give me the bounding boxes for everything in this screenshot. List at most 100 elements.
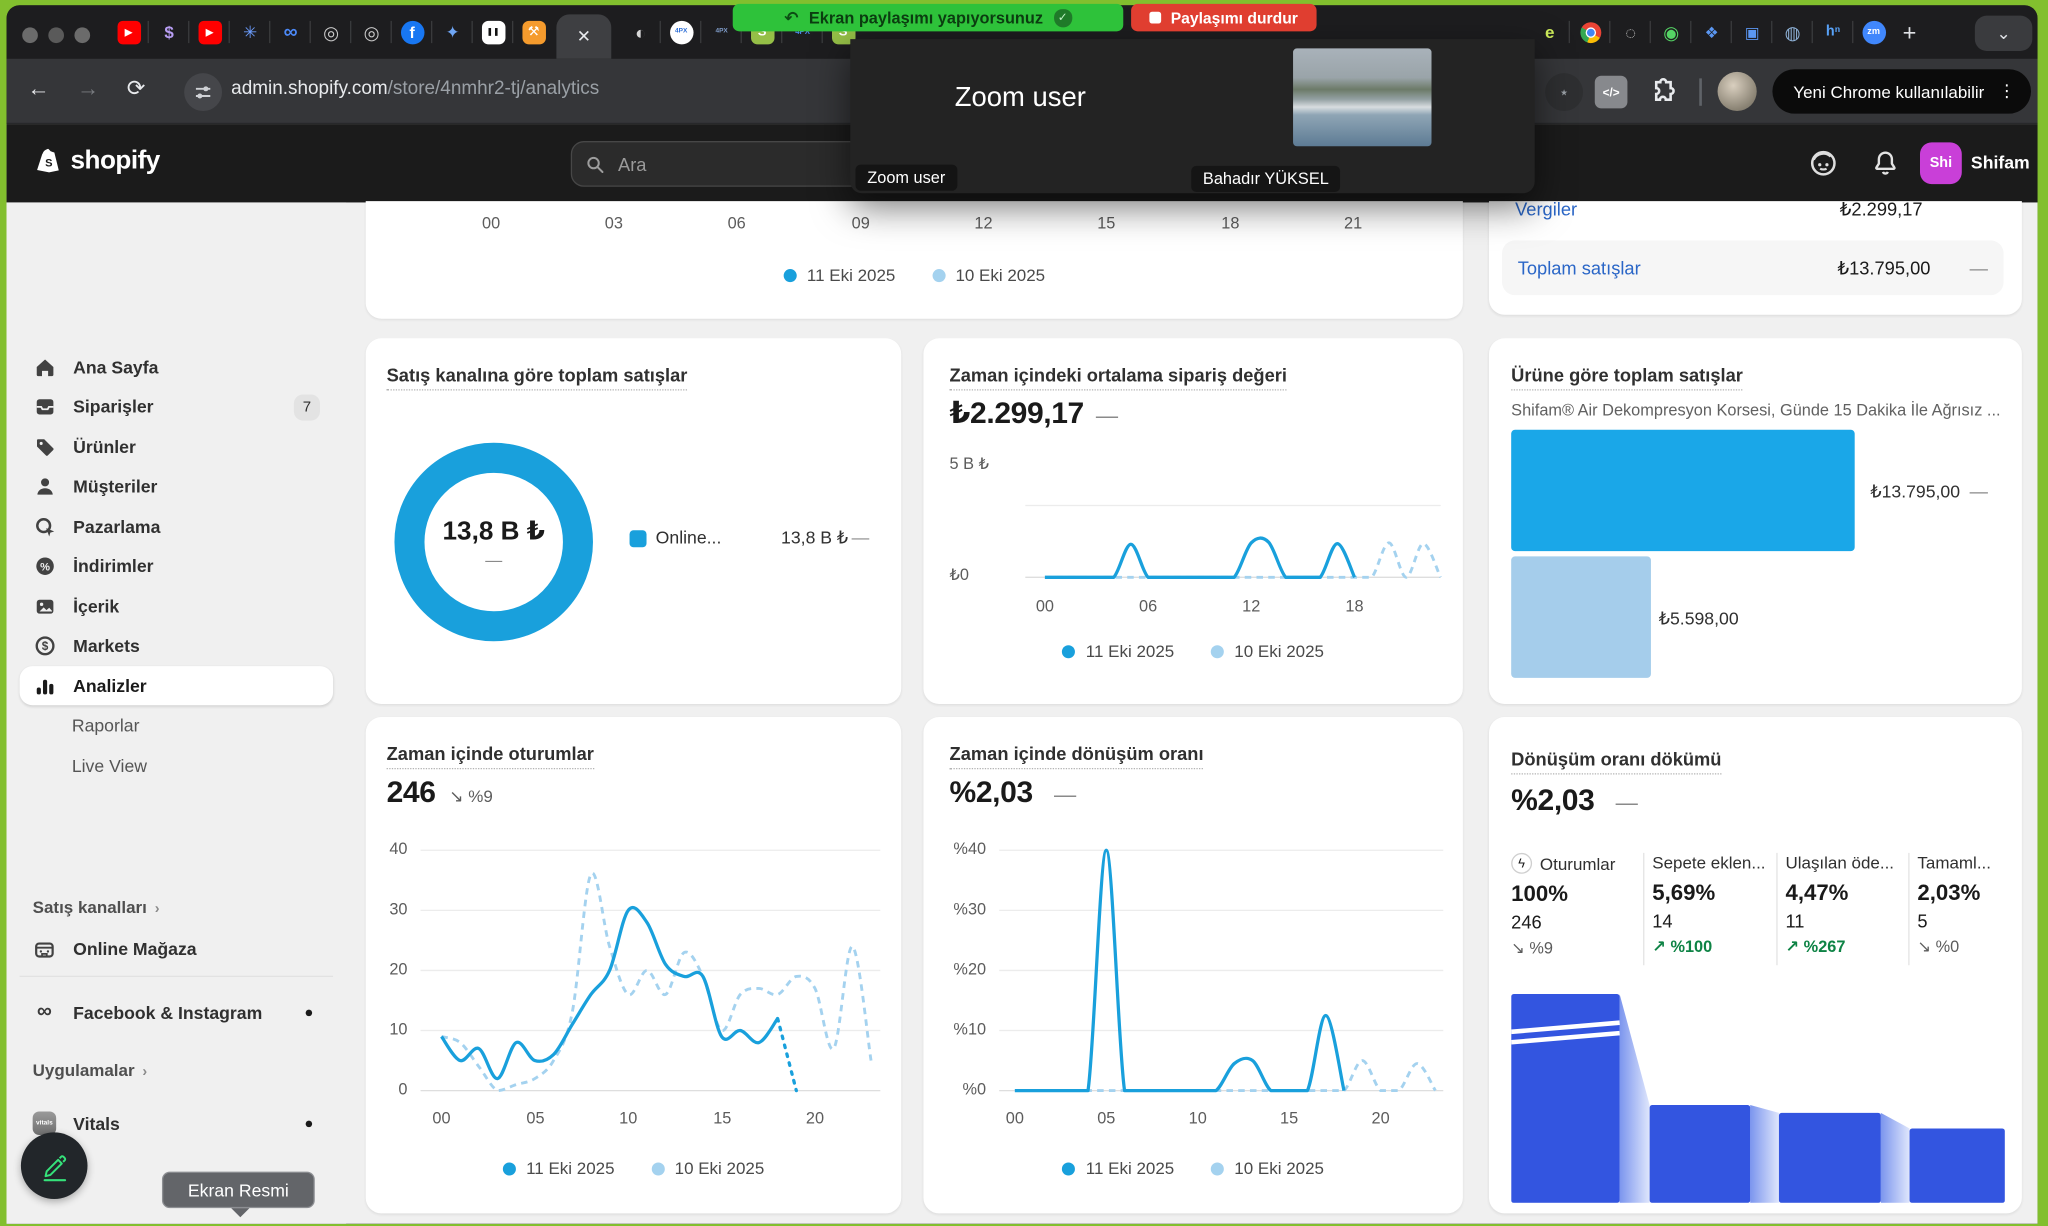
- funnel-step-oturumlar[interactable]: ϟOturumlar100%246↘ %9: [1511, 853, 1642, 957]
- tab-pause-app[interactable]: ❚❚: [473, 5, 513, 59]
- card-title[interactable]: Dönüşüm oranı dökümü: [1511, 748, 1721, 774]
- sidebar-item-sipari-ler[interactable]: Siparişler7: [20, 387, 333, 426]
- legend-item[interactable]: 11 Eki 2025: [783, 265, 895, 285]
- sidebar-item-raporlar[interactable]: Raporlar: [20, 706, 333, 745]
- series-11-eki-2025: [441, 908, 777, 1079]
- sidebar-item-facebook-instagram[interactable]: ∞ Facebook & Instagram: [20, 993, 333, 1032]
- sidebar-item-i-erik[interactable]: İçerik: [20, 586, 333, 625]
- window-close-button[interactable]: [22, 27, 38, 43]
- card-title[interactable]: Ürüne göre toplam satışlar: [1511, 364, 1743, 390]
- sidekick-icon[interactable]: [1809, 149, 1838, 184]
- sidebar-item-analizler[interactable]: Analizler: [20, 666, 333, 705]
- sidebar-item-i-ndirimler[interactable]: %İndirimler: [20, 547, 333, 586]
- total-sales-row[interactable]: Toplam satışlar ₺13.795,00 —: [1502, 240, 2004, 295]
- taxes-link[interactable]: Vergiler: [1515, 201, 1577, 219]
- card-title[interactable]: Zaman içinde oturumlar: [387, 743, 594, 769]
- tab-fourpx-circle[interactable]: 4PX: [661, 5, 701, 59]
- shopify-logo[interactable]: S shopify: [33, 145, 160, 176]
- funnel-step-delta: ↗ %100: [1652, 936, 1783, 956]
- tab-youtube-2[interactable]: ▶: [189, 5, 229, 59]
- tab-h-super-app[interactable]: hⁿ: [1813, 5, 1853, 59]
- product-bar-2[interactable]: [1511, 556, 1651, 677]
- reload-button[interactable]: ⟳: [127, 76, 146, 102]
- tag-icon: [33, 436, 57, 458]
- tab-dashed-circle-app[interactable]: ◌: [1610, 5, 1650, 59]
- tab-facebook[interactable]: f: [392, 5, 432, 59]
- taxes-row[interactable]: Vergiler ₺2.299,17: [1515, 201, 1996, 226]
- annotate-button[interactable]: [21, 1132, 88, 1199]
- y-tick-label: 0: [374, 1080, 408, 1098]
- active-tab[interactable]: ✕: [556, 14, 611, 58]
- tab-meta[interactable]: ∞: [270, 5, 310, 59]
- tab-youtube[interactable]: ▶: [108, 5, 148, 59]
- tab-snowflake-app[interactable]: ✳: [230, 5, 270, 59]
- store-avatar[interactable]: Shi: [1920, 142, 1962, 184]
- tab-orange-tool-app[interactable]: ⚒: [513, 5, 553, 59]
- legend-item[interactable]: 10 Eki 2025: [1211, 641, 1324, 661]
- legend-item[interactable]: 11 Eki 2025: [1062, 641, 1174, 661]
- tab-globe-dark-app[interactable]: ◍: [1772, 5, 1812, 59]
- sales-channels-header[interactable]: Satış kanalları›: [33, 897, 160, 917]
- x-tick-label: 00: [413, 1109, 470, 1127]
- sidebar-item-markets[interactable]: $Markets: [20, 626, 333, 665]
- tab-chrome[interactable]: [1570, 5, 1610, 59]
- legend-item[interactable]: 10 Eki 2025: [651, 1159, 764, 1179]
- funnel-step-delta: ↘ %9: [1511, 938, 1642, 958]
- shopify-admin: S shopify Shi Shifam Ana SayfaSiparişler…: [7, 124, 2038, 1224]
- sidebar-item-live-view[interactable]: Live View: [20, 746, 333, 785]
- profile-avatar[interactable]: [1718, 72, 1757, 111]
- product-bar-1[interactable]: [1511, 430, 1855, 551]
- stop-share-button[interactable]: Paylaşımı durdur: [1131, 4, 1316, 31]
- legend-item[interactable]: 10 Eki 2025: [1211, 1159, 1324, 1179]
- funnel-step-ula-lan-de[interactable]: Ulaşılan öde...4,47%11↗ %267: [1785, 853, 1916, 956]
- funnel-step-sepete-eklen[interactable]: Sepete eklen...5,69%14↗ %100: [1652, 853, 1783, 956]
- tab-ecosia[interactable]: e: [1529, 5, 1569, 59]
- youtube-icon: ▶: [117, 20, 141, 44]
- forward-button[interactable]: →: [77, 76, 99, 102]
- sidebar-item-ana-sayfa[interactable]: Ana Sayfa: [20, 347, 333, 386]
- tab-circular-app-1[interactable]: ◎: [311, 5, 351, 59]
- x-tick-label: 05: [507, 1109, 564, 1127]
- close-tab-icon[interactable]: ✕: [577, 26, 591, 47]
- address-bar[interactable]: admin.shopify.com/store/4nmhr2-tj/analyt…: [231, 78, 599, 99]
- tab-blue-app-1[interactable]: ❖: [1691, 5, 1731, 59]
- extensions-puzzle-icon[interactable]: [1647, 76, 1678, 114]
- store-name[interactable]: Shifam: [1971, 153, 2030, 173]
- browser-menu-icon[interactable]: ⋮: [1998, 81, 2015, 102]
- chrome-update-button[interactable]: Yeni Chrome kullanılabilir ⋮: [1772, 69, 2031, 113]
- window-zoom-button[interactable]: [74, 27, 90, 43]
- apps-header[interactable]: Uygulamalar›: [33, 1061, 148, 1081]
- legend-item[interactable]: 10 Eki 2025: [932, 265, 1045, 285]
- funnel-step-tamaml[interactable]: Tamaml...2,03%5↘ %0: [1917, 853, 2037, 956]
- tab-zoom-tab[interactable]: zm: [1853, 5, 1893, 59]
- tab-blue-app-2[interactable]: ▣: [1732, 5, 1772, 59]
- notifications-bell-icon[interactable]: [1872, 149, 1899, 183]
- new-tab-button[interactable]: +: [1893, 17, 1927, 48]
- ecosia-icon: e: [1538, 20, 1562, 44]
- card-title[interactable]: Zaman içinde dönüşüm oranı: [950, 743, 1204, 769]
- tab-list-dropdown[interactable]: ⌄: [1975, 16, 2032, 51]
- tab-circular-app-2[interactable]: ◎: [351, 5, 391, 59]
- extension-circle-icon[interactable]: ⋆: [1545, 73, 1583, 111]
- legend-item[interactable]: 11 Eki 2025: [1062, 1159, 1174, 1179]
- card-title[interactable]: Zaman içindeki ortalama sipariş değeri: [950, 364, 1287, 390]
- site-info-icon[interactable]: [184, 73, 222, 111]
- tab-dollar-app[interactable]: $: [149, 5, 189, 59]
- participant-video-thumbnail[interactable]: [1293, 48, 1431, 146]
- window-minimize-button[interactable]: [48, 27, 64, 43]
- x-tick-label: 15: [1078, 214, 1135, 232]
- total-sales-link[interactable]: Toplam satışlar: [1518, 257, 1641, 278]
- sidebar-item-pazarlama[interactable]: Pazarlama: [20, 507, 333, 546]
- legend-item[interactable]: 11 Eki 2025: [503, 1159, 615, 1179]
- zoom-user-overlay[interactable]: Zoom user Zoom user Bahadır YÜKSEL: [850, 39, 1534, 193]
- sidebar-item-online-store[interactable]: Online Mağaza: [20, 929, 333, 968]
- card-title[interactable]: Satış kanalına göre toplam satışlar: [387, 364, 688, 390]
- back-button[interactable]: ←: [27, 76, 49, 102]
- tab-power-app[interactable]: ◉: [1651, 5, 1691, 59]
- sidebar-item-m-teriler[interactable]: Müşteriler: [20, 467, 333, 506]
- code-extension-icon[interactable]: </>: [1595, 76, 1628, 109]
- tab-globe-app[interactable]: ◐: [620, 5, 660, 59]
- tab-sparkle-app[interactable]: ✦: [432, 5, 472, 59]
- sidebar-item-r-nler[interactable]: Ürünler: [20, 427, 333, 466]
- legend-label: 10 Eki 2025: [1234, 641, 1324, 661]
